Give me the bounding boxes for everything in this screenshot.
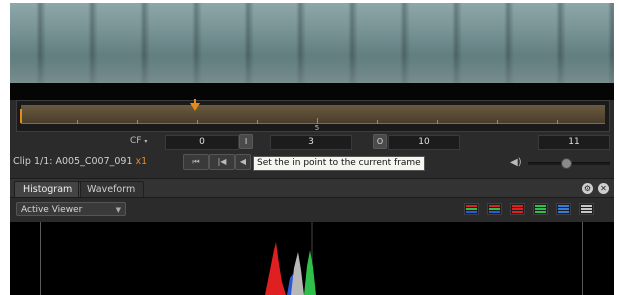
timeline-track[interactable] [21, 105, 605, 124]
play-backward-icon: ◀ [239, 157, 247, 166]
tooltip: Set the in point to the current frame [253, 156, 425, 171]
cf-label: CF [130, 136, 142, 146]
channel-red-button[interactable] [510, 203, 525, 215]
in-point-marker[interactable] [20, 109, 22, 123]
volume-slider-knob[interactable] [561, 158, 572, 169]
channel-green-button[interactable] [533, 203, 548, 215]
current-frame-field[interactable]: 0 [165, 135, 239, 150]
timeline-tick [437, 120, 438, 124]
viewer-select-value: Active Viewer [21, 205, 83, 215]
clip-label: Clip 1/1: A005_C007_091 [13, 156, 133, 167]
timeline-tick [377, 120, 378, 124]
panel-tab-bar: Histogram Waveform ⚙ ✕ [10, 178, 614, 198]
app-window: 5 CF ▾ 0 I 3 O 10 11 Clip 1/1: A005_C007… [10, 3, 614, 295]
tab-histogram[interactable]: Histogram [14, 181, 82, 197]
timeline-tick [557, 120, 558, 124]
channel-blue-button[interactable] [556, 203, 571, 215]
chevron-down-icon: ▼ [115, 206, 121, 214]
timeline-tick [257, 120, 258, 124]
timeline-tick [137, 120, 138, 124]
timeline[interactable]: 5 [16, 99, 610, 132]
histogram-luma-channel [291, 252, 304, 295]
out-point-field[interactable]: 10 [388, 135, 460, 150]
histogram-display [10, 222, 614, 295]
video-viewer[interactable] [10, 3, 614, 83]
timeline-tick [497, 120, 498, 124]
clip-speed-multiplier: x1 [135, 156, 148, 167]
go-to-start-icon: ⏮ [192, 157, 200, 166]
tab-waveform[interactable]: Waveform [78, 181, 145, 197]
total-frames-field[interactable]: 11 [538, 135, 610, 150]
timeline-tick-label: 5 [314, 124, 320, 132]
viewer-select[interactable]: Active Viewer ▼ [16, 202, 126, 216]
play-backward-button[interactable]: ◀ [235, 154, 251, 170]
viewer-image-floor [10, 55, 614, 83]
frame-controls-row: CF ▾ 0 I 3 O 10 11 [10, 134, 614, 150]
timeline-tick [197, 120, 198, 124]
cf-dropdown[interactable]: CF ▾ [130, 136, 147, 146]
chevron-down-icon: ▾ [144, 138, 148, 145]
go-to-start-button[interactable]: ⏮ [183, 154, 209, 170]
close-icon[interactable]: ✕ [598, 183, 609, 194]
set-in-point-button[interactable]: I [239, 134, 253, 149]
histogram-green-channel [304, 250, 316, 295]
histogram-toolbar: Active Viewer ▼ [10, 198, 614, 220]
viewer-letterbox [10, 83, 614, 100]
playhead-marker[interactable] [190, 99, 200, 111]
set-out-point-button[interactable]: O [373, 134, 387, 149]
histogram-graph [265, 222, 316, 295]
clip-info: Clip 1/1: A005_C007_091 x1 [13, 156, 147, 167]
histogram-red-channel [265, 242, 286, 295]
step-back-icon: |◀ [217, 157, 227, 166]
in-point-field[interactable]: 3 [270, 135, 352, 150]
timeline-tick [77, 120, 78, 124]
clip-transport-row: Clip 1/1: A005_C007_091 x1 ⏮ |◀ ◀ Set th… [10, 153, 614, 171]
step-back-button[interactable]: |◀ [209, 154, 235, 170]
channel-rgb-parade-button[interactable] [487, 203, 502, 215]
channel-rgb-overlay-button[interactable] [464, 203, 479, 215]
channel-luma-button[interactable] [579, 203, 594, 215]
settings-icon[interactable]: ⚙ [582, 183, 593, 194]
volume-icon[interactable]: ◀) [510, 157, 522, 168]
